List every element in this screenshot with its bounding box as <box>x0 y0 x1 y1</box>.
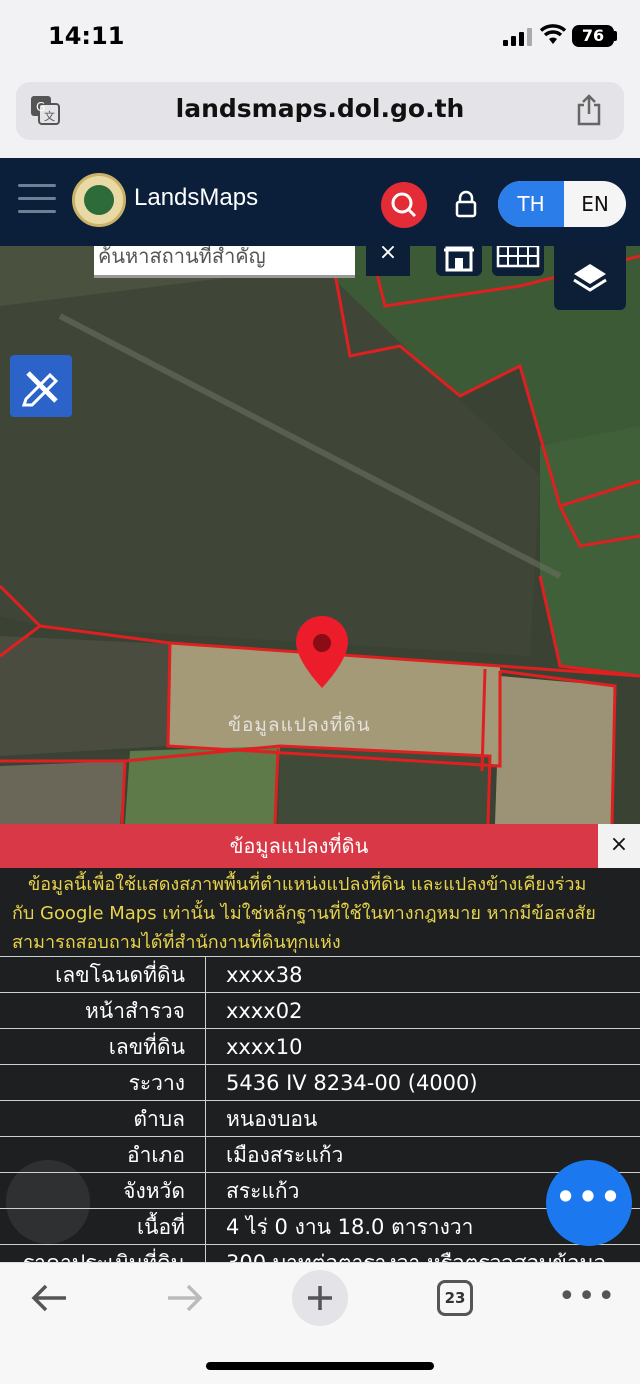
row-label: หน้าสำรวจ <box>0 993 206 1029</box>
parcel-map-label: ข้อมูลแปลงที่ดิน <box>228 714 371 736</box>
home-indicator <box>206 1362 434 1370</box>
layers-icon <box>573 264 607 292</box>
menu-icon[interactable] <box>18 184 56 214</box>
table-row: ตำบล หนองบอน <box>0 1100 640 1137</box>
battery-tip <box>614 31 617 41</box>
search-button[interactable] <box>381 182 427 228</box>
row-label: เนื้อที่ <box>0 1209 206 1245</box>
disclaimer-line: ข้อมูลนี้เพื่อใช้แสดงสภาพพื้นที่ตำแหน่งแ… <box>28 874 587 895</box>
cellular-signal-icon <box>503 28 532 46</box>
info-panel-title: ข้อมูลแปลงที่ดิน <box>0 824 598 868</box>
table-row: อำเภอ เมืองสระแก้ว <box>0 1136 640 1173</box>
row-value: xxxx38 <box>226 963 303 987</box>
more-menu-icon[interactable]: ••• <box>558 1282 615 1312</box>
battery-icon: 76 <box>572 25 614 47</box>
wifi-icon <box>539 24 567 44</box>
table-row: เนื้อที่ 4 ไร่ 0 งาน 18.0 ตารางวา <box>0 1208 640 1245</box>
app-brand: LandsMaps <box>134 184 259 211</box>
table-row: เลขโฉนดที่ดิน xxxx38 <box>0 956 640 993</box>
row-value: 4 ไร่ 0 งาน 18.0 ตารางวา <box>226 1215 474 1239</box>
parcel-info-table: เลขโฉนดที่ดิน xxxx38 หน้าสำรวจ xxxx02 เลขท… <box>0 956 640 1281</box>
logo-emblem <box>84 185 114 215</box>
share-icon[interactable] <box>576 94 602 126</box>
lang-th-button[interactable]: TH <box>498 181 564 227</box>
search-icon <box>391 192 417 218</box>
disclaimer-text: ข้อมูลนี้เพื่อใช้แสดงสภาพพื้นที่ตำแหน่งแ… <box>0 870 640 957</box>
back-arrow-icon[interactable] <box>28 1280 70 1316</box>
row-value: xxxx02 <box>226 999 303 1023</box>
disclaimer-line: กับ Google Maps เท่านั้น ไม่ใช่หลักฐานที… <box>12 903 596 924</box>
row-label: ตำบล <box>0 1101 206 1137</box>
row-value: เมืองสระแก้ว <box>226 1143 344 1167</box>
row-label: จังหวัด <box>0 1173 206 1209</box>
lang-en-button[interactable]: EN <box>564 181 626 227</box>
plus-icon <box>308 1286 332 1310</box>
row-value: หนองบอน <box>226 1107 318 1131</box>
more-dots-icon: ••• <box>555 1178 623 1216</box>
row-label: เลขที่ดิน <box>0 1029 206 1065</box>
table-row: เลขที่ดิน xxxx10 <box>0 1028 640 1065</box>
row-label: ระวาง <box>0 1065 206 1101</box>
status-time: 14:11 <box>48 22 125 50</box>
url-text[interactable]: landsmaps.dol.go.th <box>0 94 640 123</box>
new-tab-button[interactable] <box>292 1270 348 1326</box>
layers-button[interactable] <box>554 246 626 310</box>
tabs-button[interactable]: 23 <box>437 1280 473 1316</box>
row-label: อำเภอ <box>0 1137 206 1173</box>
draw-tools-button[interactable] <box>10 355 72 417</box>
row-value: xxxx10 <box>226 1035 303 1059</box>
row-value: สระแก้ว <box>226 1179 300 1203</box>
table-row: หน้าสำรวจ xxxx02 <box>0 992 640 1029</box>
row-value: 5436 IV 8234-00 (4000) <box>226 1071 478 1095</box>
forward-arrow-icon[interactable] <box>164 1280 206 1316</box>
lock-icon[interactable] <box>453 190 479 218</box>
pencil-ruler-icon <box>21 371 59 407</box>
table-row: จังหวัด สระแก้ว <box>0 1172 640 1209</box>
panel-close-button[interactable]: × <box>598 824 640 868</box>
row-label: เลขโฉนดที่ดิน <box>0 957 206 993</box>
disclaimer-line: สามารถสอบถามได้ที่สำนักงานที่ดินทุกแห่ง <box>12 932 341 953</box>
table-row: ระวาง 5436 IV 8234-00 (4000) <box>0 1064 640 1101</box>
